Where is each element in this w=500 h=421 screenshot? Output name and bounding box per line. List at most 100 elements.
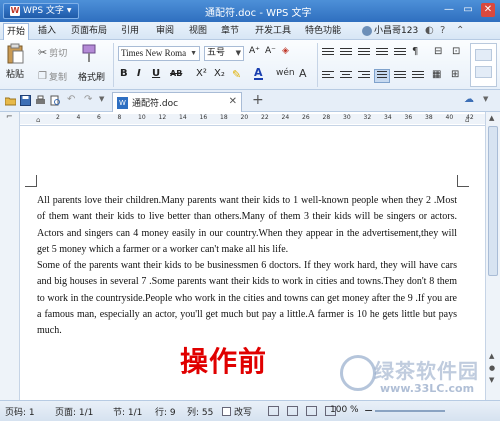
status-section[interactable]: 节: 1/1: [113, 405, 142, 418]
format-painter-label-wrap[interactable]: 格式刷: [78, 70, 105, 83]
bold-button[interactable]: B: [120, 68, 128, 79]
wps-logo-icon: W: [10, 6, 20, 16]
shading-icon[interactable]: ▦: [432, 69, 441, 80]
tab-stop-icon[interactable]: ⌐: [6, 112, 13, 121]
menu-bar: 开始 插入 页面布局 引用 审阅 视图 章节 开发工具 特色功能 小昌哥123 …: [0, 22, 500, 40]
redo-icon[interactable]: ↷: [84, 94, 92, 105]
user-account[interactable]: 小昌哥123: [362, 24, 418, 38]
line-spacing-icon[interactable]: [412, 71, 424, 82]
paste-label: 粘贴: [5, 70, 24, 80]
shrink-font-icon[interactable]: A⁻: [265, 46, 276, 56]
bullet-list-icon[interactable]: [322, 48, 334, 59]
status-zoom[interactable]: 100 %: [330, 405, 359, 415]
save-icon[interactable]: [20, 95, 31, 106]
tab-view[interactable]: 视图: [186, 22, 210, 40]
align-right-icon[interactable]: [358, 71, 370, 82]
sort-icon[interactable]: [394, 48, 406, 59]
document-body[interactable]: All parents love their children.Many par…: [37, 193, 457, 340]
justify-icon[interactable]: [374, 69, 390, 83]
font-name-select[interactable]: Times New Roma ▼: [118, 46, 200, 61]
page-view-icon[interactable]: [268, 406, 279, 416]
zoom-slider[interactable]: [375, 410, 445, 412]
status-pages[interactable]: 页面: 1/1: [55, 405, 93, 418]
indent-marker-icon[interactable]: ⌂: [36, 116, 40, 124]
char-shading-icon[interactable]: wén: [276, 68, 295, 78]
font-color-icon[interactable]: A: [254, 67, 263, 80]
tab-home[interactable]: 开始: [3, 23, 30, 40]
tab-special-features[interactable]: 特色功能: [302, 22, 344, 40]
open-folder-icon[interactable]: [5, 95, 16, 106]
subscript-button[interactable]: X₂: [214, 68, 225, 79]
grow-font-icon[interactable]: A⁺: [249, 46, 260, 56]
styles-gallery[interactable]: [470, 43, 497, 87]
print-icon[interactable]: [35, 95, 46, 106]
table-icon[interactable]: ⊡: [452, 46, 460, 57]
wps-app-menu-button[interactable]: W WPS 文字 ▼: [3, 3, 79, 19]
status-revision[interactable]: 改写: [234, 405, 252, 418]
minimize-icon[interactable]: —: [442, 3, 456, 17]
show-hide-icon[interactable]: ⊟: [434, 46, 442, 57]
tab-page-layout[interactable]: 页面布局: [68, 22, 110, 40]
tab-document[interactable]: W 通配符.doc ✕: [112, 92, 242, 112]
format-painter-icon: [82, 44, 96, 62]
align-center-icon[interactable]: [340, 71, 352, 82]
right-indent-marker-icon[interactable]: ⌂: [465, 116, 469, 124]
document-tab-bar: ↶ ↷ ▼ W 通配符.doc ✕ + ☁ ▼: [0, 90, 500, 112]
number-list-icon[interactable]: [340, 48, 352, 59]
scroll-up-icon[interactable]: ▲: [489, 114, 494, 122]
format-painter-button[interactable]: [80, 43, 98, 63]
clear-format-icon[interactable]: ◈: [282, 46, 289, 56]
margin-corner-marker: [25, 175, 37, 187]
ribbon-collapse-icon[interactable]: ⌃: [456, 25, 464, 36]
italic-button[interactable]: I: [137, 68, 141, 79]
border-icon[interactable]: ⊞: [451, 69, 459, 80]
strikethrough-button[interactable]: AB: [170, 69, 182, 78]
increase-indent-icon[interactable]: [376, 48, 388, 59]
underline-button[interactable]: U: [152, 68, 160, 79]
new-tab-icon[interactable]: +: [252, 92, 264, 108]
scrollbar-thumb[interactable]: [488, 126, 498, 276]
status-column[interactable]: 列: 55: [187, 405, 213, 418]
print-preview-icon[interactable]: [50, 95, 61, 106]
chevron-down-icon: ▼: [235, 49, 241, 57]
ruler-tick-label: 6: [97, 114, 101, 121]
close-icon[interactable]: ✕: [481, 3, 495, 17]
cut-button[interactable]: ✂ 剪切: [38, 46, 67, 59]
chevron-down-icon[interactable]: ▼: [99, 95, 104, 103]
tab-chapter[interactable]: 章节: [218, 22, 242, 40]
highlight-icon[interactable]: ✎: [232, 68, 241, 81]
font-size-value: 五号: [207, 48, 226, 58]
web-view-icon[interactable]: [306, 406, 317, 416]
zoom-out-icon[interactable]: −: [364, 404, 373, 417]
status-page[interactable]: 页码: 1: [5, 405, 35, 418]
paste-button[interactable]: 粘贴: [5, 43, 25, 80]
tab-review[interactable]: 审阅: [153, 22, 177, 40]
help-icon[interactable]: ?: [440, 25, 445, 36]
distributed-icon[interactable]: [394, 71, 406, 82]
chevron-down-icon: ▼: [190, 49, 197, 57]
status-row[interactable]: 行: 9: [155, 405, 176, 418]
close-icon[interactable]: ✕: [229, 96, 237, 107]
ruler-tick-label: 4: [76, 114, 81, 121]
paragraph-mark-icon[interactable]: ¶: [412, 46, 418, 57]
chevron-down-icon[interactable]: ▼: [483, 95, 488, 103]
ruler-tick-label: 24: [281, 114, 290, 121]
undo-icon[interactable]: ↶: [67, 94, 75, 105]
copy-button[interactable]: ❐ 复制: [38, 70, 67, 83]
font-size-select[interactable]: 五号 ▼: [204, 46, 244, 61]
full-screen-icon[interactable]: [287, 406, 298, 416]
char-border-icon[interactable]: A: [299, 67, 307, 80]
paste-icon: [7, 43, 24, 64]
align-left-icon[interactable]: [322, 71, 334, 82]
skin-icon[interactable]: ◐: [425, 25, 434, 36]
revision-checkbox[interactable]: [222, 407, 231, 416]
tab-developer[interactable]: 开发工具: [252, 22, 294, 40]
tab-insert[interactable]: 插入: [35, 22, 59, 40]
style-swatch: [475, 66, 492, 78]
cloud-icon[interactable]: ☁: [464, 94, 474, 105]
tab-references[interactable]: 引用: [118, 22, 142, 40]
decrease-indent-icon[interactable]: [358, 48, 370, 59]
superscript-button[interactable]: X²: [196, 68, 207, 79]
ruler-tick-label: 40: [445, 114, 454, 121]
maximize-icon[interactable]: ▭: [461, 3, 475, 17]
